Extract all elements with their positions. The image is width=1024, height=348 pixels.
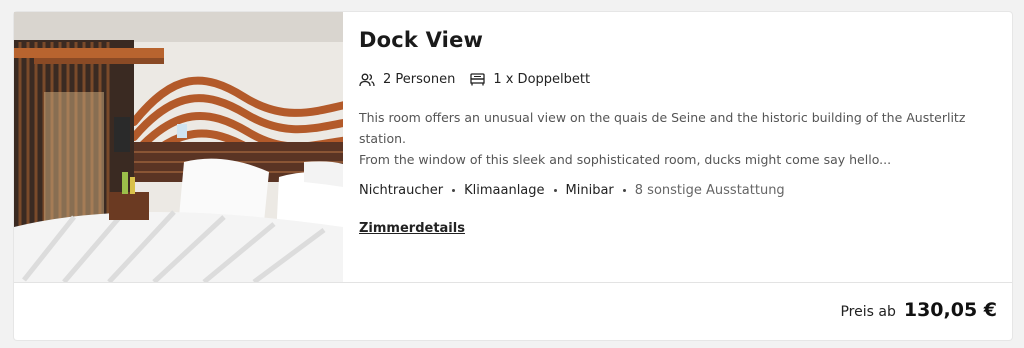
amenity-separator [553, 189, 557, 192]
room-card: Dock View 2 Personen 1 x Doppelbett This… [14, 12, 1012, 340]
amenity-separator [452, 189, 456, 192]
room-info: Dock View 2 Personen 1 x Doppelbett This… [359, 28, 989, 236]
room-details-link[interactable]: Zimmerdetails [359, 221, 465, 236]
amenity-item: Minibar [565, 183, 614, 198]
amenity-item: Nichtraucher [359, 183, 444, 198]
room-title: Dock View [359, 28, 484, 52]
fact-bed: 1 x Doppelbett [470, 72, 590, 87]
fact-occupancy: 2 Personen [359, 72, 455, 87]
amenities-more[interactable]: 8 sonstige Ausstattung [635, 183, 785, 198]
room-photo[interactable] [14, 12, 343, 282]
room-facts: 2 Personen 1 x Doppelbett [359, 72, 989, 87]
room-card-footer: Preis ab 130,05 € [14, 282, 1012, 341]
fact-bed-label: 1 x Doppelbett [493, 72, 591, 87]
amenity-separator [622, 189, 626, 192]
room-photo-illustration [14, 12, 343, 282]
bed-icon [470, 73, 485, 86]
room-description-line-2: From the window of this sleek and sophis… [359, 152, 892, 167]
room-card-top: Dock View 2 Personen 1 x Doppelbett This… [14, 12, 1012, 282]
price-block: Preis ab 130,05 € [840, 299, 997, 321]
room-description: This room offers an unusual view on the … [359, 107, 989, 170]
price-value: 130,05 € [903, 299, 997, 321]
room-description-line-1: This room offers an unusual view on the … [359, 110, 966, 146]
price-from-label: Preis ab [840, 304, 896, 320]
people-icon [359, 73, 375, 86]
fact-occupancy-label: 2 Personen [383, 72, 456, 87]
amenity-item: Klimaanlage [464, 183, 545, 198]
room-amenities: Nichtraucher Klimaanlage Minibar 8 sonst… [359, 183, 989, 198]
